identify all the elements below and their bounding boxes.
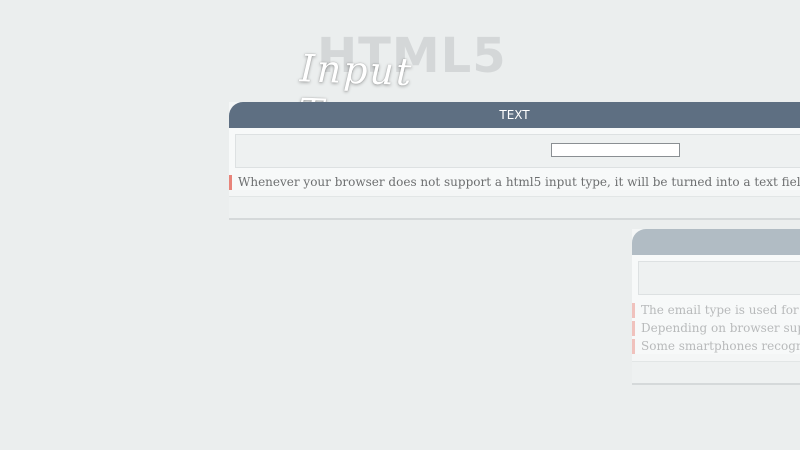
panel-header: [632, 229, 800, 255]
page: HTML5 Input Types TEXT Whenever your bro…: [0, 0, 800, 450]
panel-header: TEXT: [229, 102, 800, 128]
panel-description: Depending on browser support, th: [632, 321, 800, 336]
panel-description: The email type is used for input f: [632, 303, 800, 318]
logo: HTML5 Input Types: [295, 22, 515, 139]
panel-footer: [632, 361, 800, 383]
input-row: [638, 261, 800, 295]
panel-description: Whenever your browser does not support a…: [229, 175, 800, 190]
panel-text-type: TEXT Whenever your browser does not supp…: [229, 102, 800, 220]
panel-body: Whenever your browser does not support a…: [229, 128, 800, 190]
input-row: [235, 134, 800, 168]
text-input[interactable]: [551, 143, 680, 157]
panel-footer: [229, 196, 800, 218]
panel-email-type: The email type is used for input f Depen…: [632, 229, 800, 385]
panel-description: Some smartphones recognize the: [632, 339, 800, 354]
panel-body: The email type is used for input f Depen…: [632, 255, 800, 354]
